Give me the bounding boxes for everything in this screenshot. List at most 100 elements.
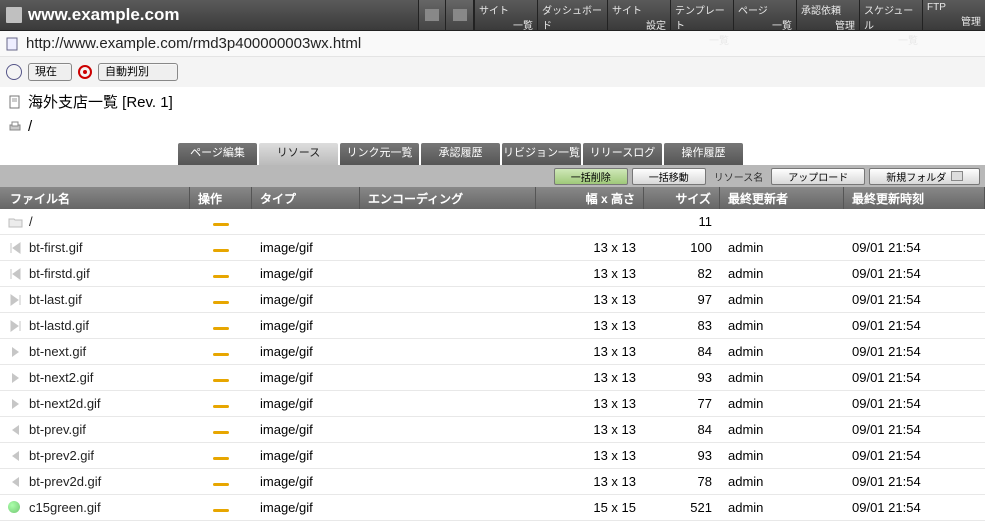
table-row[interactable]: bt-next.gifimage/gif13 x 1384admin09/01 … xyxy=(0,339,985,365)
file-type: image/gif xyxy=(252,240,360,255)
file-user: admin xyxy=(720,344,844,359)
arrow-right-icon xyxy=(453,9,467,21)
file-name: bt-next2d.gif xyxy=(29,396,101,411)
file-type: image/gif xyxy=(252,474,360,489)
table-row[interactable]: bt-prev.gifimage/gif13 x 1384admin09/01 … xyxy=(0,417,985,443)
nav-tab-top: テンプレート xyxy=(675,2,729,32)
op-dash-icon[interactable] xyxy=(213,483,229,486)
nav-tab-3[interactable]: テンプレート一覧 xyxy=(670,0,733,30)
page-tab-1[interactable]: リソース xyxy=(259,143,338,165)
page-tab-3[interactable]: 承認履歴 xyxy=(421,143,500,165)
nav-tab-2[interactable]: サイト設定 xyxy=(607,0,670,30)
nav-tab-top: サイト xyxy=(612,2,666,17)
table-row[interactable]: bt-prev2d.gifimage/gif13 x 1378admin09/0… xyxy=(0,469,985,495)
col-size[interactable]: サイズ xyxy=(644,187,720,209)
bulk-move-button[interactable]: 一括移動 xyxy=(632,168,706,185)
nav-tab-0[interactable]: サイト一覧 xyxy=(474,0,537,30)
file-user: admin xyxy=(720,448,844,463)
page-tab-0[interactable]: ページ編集 xyxy=(178,143,257,165)
breadcrumb-path: / xyxy=(28,118,32,135)
table-row[interactable]: bt-next2d.gifimage/gif13 x 1377admin09/0… xyxy=(0,391,985,417)
col-filename[interactable]: ファイル名 xyxy=(0,187,190,209)
nav-tab-4[interactable]: ページ一覧 xyxy=(733,0,796,30)
file-name: bt-next2.gif xyxy=(29,370,93,385)
nav-fwd-button[interactable] xyxy=(446,0,474,30)
file-date: 09/01 21:54 xyxy=(844,500,985,515)
file-thumb-icon xyxy=(8,345,23,359)
nav-tab-bot: 設定 xyxy=(612,17,666,32)
file-name: / xyxy=(29,214,33,229)
table-row[interactable]: bt-last.gifimage/gif13 x 1397admin09/01 … xyxy=(0,287,985,313)
op-dash-icon[interactable] xyxy=(213,405,229,408)
page-tab-5[interactable]: リリースログ xyxy=(583,143,662,165)
col-op[interactable]: 操作 xyxy=(190,187,252,209)
page-tab-4[interactable]: リビジョン一覧 xyxy=(502,143,581,165)
file-dim: 13 x 13 xyxy=(536,422,644,437)
col-encoding[interactable]: エンコーディング xyxy=(360,187,536,209)
table-row[interactable]: bt-firstd.gifimage/gif13 x 1382admin09/0… xyxy=(0,261,985,287)
file-date: 09/01 21:54 xyxy=(844,448,985,463)
op-dash-icon[interactable] xyxy=(213,275,229,278)
nav-tab-7[interactable]: FTP管理 xyxy=(922,0,985,30)
page-tab-2[interactable]: リンク元一覧 xyxy=(340,143,419,165)
op-dash-icon[interactable] xyxy=(213,327,229,330)
page-tab-6[interactable]: 操作履歴 xyxy=(664,143,743,165)
op-dash-icon[interactable] xyxy=(213,301,229,304)
table-row[interactable]: bt-prev2.gifimage/gif13 x 1393admin09/01… xyxy=(0,443,985,469)
nav-tab-1[interactable]: ダッシュボード xyxy=(537,0,607,30)
file-name: bt-next.gif xyxy=(29,344,86,359)
col-type[interactable]: タイプ xyxy=(252,187,360,209)
table-row[interactable]: c15green.gifimage/gif15 x 15521admin09/0… xyxy=(0,495,985,521)
file-size: 93 xyxy=(644,370,720,385)
nav-tab-6[interactable]: スケジュール一覧 xyxy=(859,0,922,30)
col-user[interactable]: 最終更新者 xyxy=(720,187,844,209)
file-name: c15green.gif xyxy=(29,500,101,515)
record-icon[interactable] xyxy=(78,65,92,79)
op-dash-icon[interactable] xyxy=(213,379,229,382)
file-dim: 13 x 13 xyxy=(536,370,644,385)
upload-button[interactable]: アップロード xyxy=(771,168,865,185)
op-dash-icon[interactable] xyxy=(213,249,229,252)
file-dim: 13 x 13 xyxy=(536,266,644,281)
table-row[interactable]: bt-lastd.gifimage/gif13 x 1383admin09/01… xyxy=(0,313,985,339)
site-icon xyxy=(6,7,22,23)
file-thumb-icon xyxy=(8,501,23,515)
encoding-select[interactable]: 自動判別 xyxy=(98,63,178,81)
table-header: ファイル名 操作 タイプ エンコーディング 幅 x 高さ サイズ 最終更新者 最… xyxy=(0,187,985,209)
file-thumb-icon xyxy=(8,423,23,437)
file-thumb-icon xyxy=(8,267,23,281)
file-size: 93 xyxy=(644,448,720,463)
file-type: image/gif xyxy=(252,396,360,411)
op-dash-icon[interactable] xyxy=(213,457,229,460)
nav-tab-5[interactable]: 承認依頼管理 xyxy=(796,0,859,30)
col-date[interactable]: 最終更新時刻 xyxy=(844,187,985,209)
nav-tab-top: FTP xyxy=(927,2,981,13)
new-folder-button[interactable]: 新規フォルダ xyxy=(869,168,980,185)
table-row[interactable]: / 11 xyxy=(0,209,985,235)
file-type: image/gif xyxy=(252,422,360,437)
op-dash-icon[interactable] xyxy=(213,431,229,434)
op-dash-icon[interactable] xyxy=(213,509,229,512)
page-icon xyxy=(6,37,20,51)
file-size: 521 xyxy=(644,500,720,515)
page-tabs: ページ編集リソースリンク元一覧承認履歴リビジョン一覧リリースログ操作履歴 xyxy=(0,143,985,165)
table-row[interactable]: bt-next2.gifimage/gif13 x 1393admin09/01… xyxy=(0,365,985,391)
time-select[interactable]: 現在 xyxy=(28,63,72,81)
breadcrumb: / xyxy=(0,116,985,143)
nav-tab-bot: 管理 xyxy=(927,13,981,28)
file-dim: 13 x 13 xyxy=(536,474,644,489)
file-size: 11 xyxy=(644,214,720,229)
table-row[interactable]: bt-first.gifimage/gif13 x 13100admin09/0… xyxy=(0,235,985,261)
nav-tab-top: ページ xyxy=(738,2,792,17)
nav-back-button[interactable] xyxy=(418,0,446,30)
file-dim: 13 x 13 xyxy=(536,318,644,333)
op-dash-icon[interactable] xyxy=(213,223,229,226)
file-thumb-icon xyxy=(8,241,23,255)
topbar: www.example.com サイト一覧ダッシュボードサイト設定テンプレート一… xyxy=(0,0,985,31)
op-dash-icon[interactable] xyxy=(213,353,229,356)
bulk-delete-button[interactable]: 一括削除 xyxy=(554,168,628,185)
nav-tab-bot: 一覧 xyxy=(864,32,918,47)
file-name: bt-firstd.gif xyxy=(29,266,90,281)
file-size: 97 xyxy=(644,292,720,307)
col-dim[interactable]: 幅 x 高さ xyxy=(536,187,644,209)
